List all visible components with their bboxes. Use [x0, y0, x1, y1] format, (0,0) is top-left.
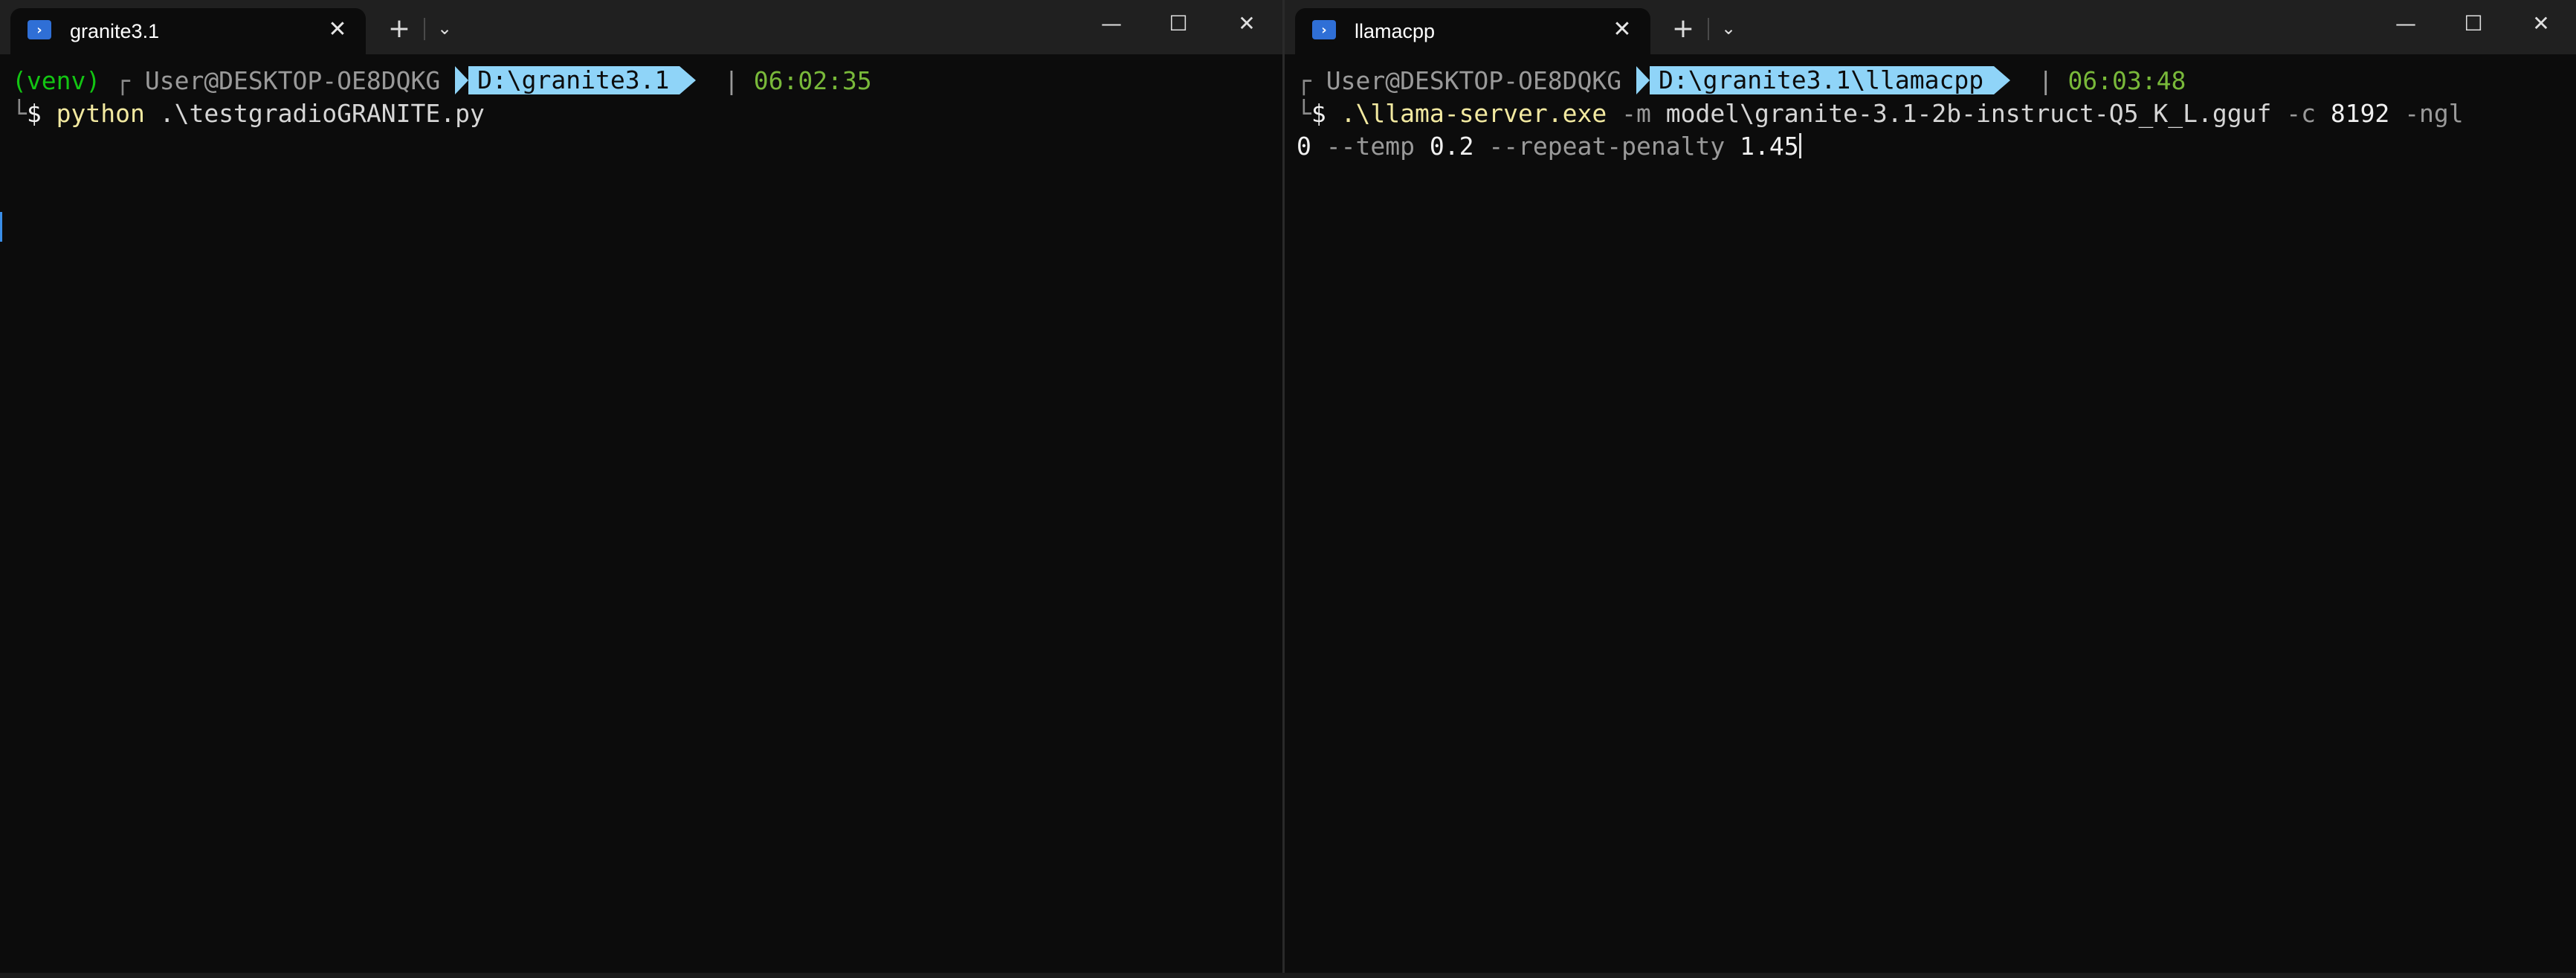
repeat-value: 1.45	[1740, 132, 1799, 161]
minimize-button[interactable]: —	[2383, 6, 2428, 40]
close-window-button[interactable]: ✕	[1224, 6, 1269, 40]
maximize-button[interactable]: ☐	[2451, 6, 2496, 40]
command-line-wrap: 0 --temp 0.2 --repeat-penalty 1.45	[1297, 130, 2576, 163]
tab-dropdown-button[interactable]: ⌄	[431, 13, 458, 43]
terminal-content[interactable]: ┌ User@DESKTOP-OE8DQKG D:\granite3.1\lla…	[1285, 54, 2576, 973]
ctx-value: 8192	[2330, 99, 2390, 128]
flag-repeat-penalty: --repeat-penalty	[1488, 132, 1726, 161]
powershell-icon: ›	[28, 20, 51, 39]
tab-title: granite3.1	[70, 20, 160, 42]
tab-dropdown-button[interactable]: ⌄	[1715, 13, 1742, 43]
tab-close-button[interactable]: ✕	[324, 16, 351, 42]
title-bar[interactable]: › llamacpp ✕ + ⌄ — ☐ ✕	[1285, 0, 2576, 54]
prompt-path: D:\granite3.1\llamacpp	[1636, 65, 2011, 94]
close-window-button[interactable]: ✕	[2519, 6, 2563, 40]
tab-llamacpp[interactable]: › llamacpp ✕	[1295, 8, 1650, 54]
command-line: └$ .\llama-server.exe -m model\granite-3…	[1297, 97, 2576, 130]
venv-label: (venv)	[12, 66, 101, 95]
prompt-corner-top: ┌	[1297, 66, 1311, 95]
flag-ngl: -ngl	[2404, 99, 2464, 128]
tab-close-button[interactable]: ✕	[1609, 16, 1636, 42]
terminal-window-right: › llamacpp ✕ + ⌄ — ☐ ✕ ┌ User@DESKTOP-OE…	[1285, 0, 2576, 973]
new-tab-button[interactable]: +	[383, 13, 416, 44]
flag-temp: --temp	[1326, 132, 1415, 161]
prompt-char: $	[26, 99, 42, 128]
command-program: .\llama-server.exe	[1340, 99, 1607, 128]
command-program: python	[56, 99, 145, 128]
prompt-path: D:\granite3.1	[455, 65, 697, 94]
flag-c: -c	[2286, 99, 2316, 128]
title-bar[interactable]: › granite3.1 ✕ + ⌄ — ☐ ✕	[0, 0, 1282, 54]
minimize-button[interactable]: —	[1089, 6, 1134, 40]
prompt-line: ┌ User@DESKTOP-OE8DQKG D:\granite3.1\lla…	[1297, 65, 2576, 97]
terminal-window-left: › granite3.1 ✕ + ⌄ — ☐ ✕ (venv) ┌ User@D…	[0, 0, 1285, 973]
powershell-icon: ›	[1312, 20, 1336, 39]
prompt-corner-bottom: └	[12, 99, 27, 128]
prompt-separator: |	[2038, 66, 2053, 95]
prompt-user: User@DESKTOP-OE8DQKG	[1326, 66, 1622, 95]
ngl-value: 0	[1297, 132, 1311, 161]
maximize-button[interactable]: ☐	[1156, 6, 1201, 40]
prompt-time: 06:03:48	[2067, 66, 2186, 95]
tab-title: llamacpp	[1355, 20, 1436, 42]
command-args: .\testgradioGRANITE.py	[159, 99, 485, 128]
new-tab-button[interactable]: +	[1667, 13, 1699, 44]
text-cursor	[1798, 132, 1801, 158]
flag-m: -m	[1621, 99, 1651, 128]
titlebar-separator	[424, 18, 425, 40]
prompt-separator: |	[723, 66, 739, 95]
prompt-char: $	[1311, 99, 1326, 128]
terminal-content[interactable]: (venv) ┌ User@DESKTOP-OE8DQKG D:\granite…	[0, 54, 1282, 973]
titlebar-separator	[1708, 18, 1709, 40]
temp-value: 0.2	[1429, 132, 1474, 161]
command-line: └$ python .\testgradioGRANITE.py	[12, 97, 1282, 130]
edge-indicator	[0, 212, 2, 242]
prompt-time: 06:02:35	[753, 66, 872, 95]
tab-granite[interactable]: › granite3.1 ✕	[10, 8, 366, 54]
prompt-corner-bottom: └	[1297, 99, 1311, 128]
prompt-line: (venv) ┌ User@DESKTOP-OE8DQKG D:\granite…	[12, 65, 1282, 97]
model-path: model\granite-3.1-2b-instruct-Q5_K_L.ggu…	[1665, 99, 2272, 128]
taskbar-edge	[0, 973, 2576, 978]
prompt-corner-top: ┌	[115, 66, 130, 95]
prompt-user: User@DESKTOP-OE8DQKG	[144, 66, 441, 95]
